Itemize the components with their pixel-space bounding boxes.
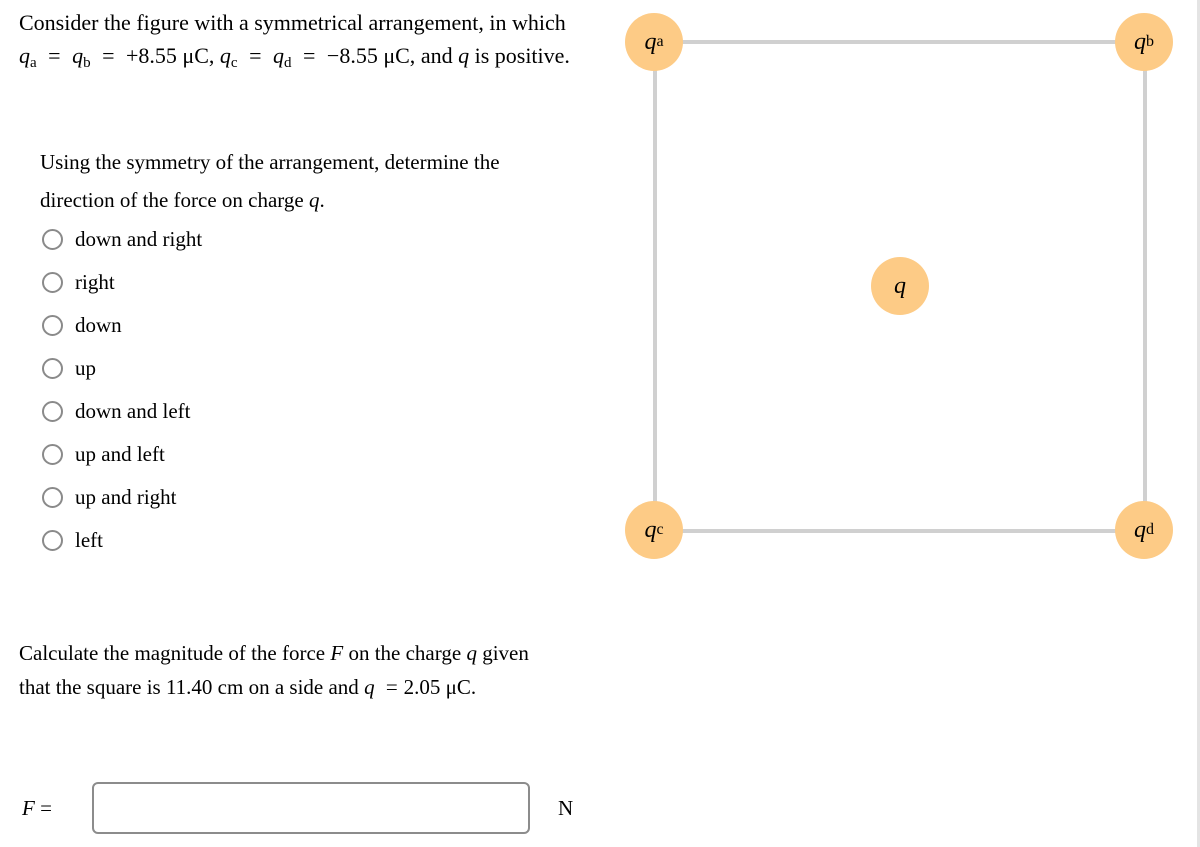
qc-symbol: q — [219, 43, 231, 68]
calc-line-1-prefix: Calculate the magnitude of the force — [19, 641, 326, 665]
charge-qd: qd — [1115, 501, 1173, 559]
qa-symbol: q — [19, 43, 30, 68]
F-symbol: F — [22, 796, 35, 820]
calc-line-2: that the square is 11.40 cm on a side an… — [19, 670, 529, 704]
calc-line-2-prefix: that the square is 11.40 cm on a side an… — [19, 675, 359, 699]
option-label: up and left — [75, 442, 165, 466]
equals-sign: = — [303, 43, 316, 68]
charge-qc: qc — [625, 501, 683, 559]
edge-left — [653, 42, 657, 532]
charge-qa: qa — [625, 13, 683, 71]
radio-button[interactable] — [42, 272, 63, 293]
option-label: right — [75, 270, 115, 294]
option-label: down and left — [75, 399, 191, 423]
option-left[interactable]: left — [42, 519, 202, 562]
radio-button[interactable] — [42, 229, 63, 250]
question-period: . — [319, 188, 325, 212]
charge-qb: qb — [1115, 13, 1173, 71]
intro-and: and — [420, 43, 453, 68]
question-line-2: direction of the force on charge q. — [40, 181, 500, 219]
F-symbol: F — [330, 641, 344, 665]
q-symbol: q — [309, 188, 320, 212]
edge-top — [655, 40, 1145, 44]
calc-line-1-suffix: given — [482, 641, 529, 665]
question-line-2-text: direction of the force on charge — [40, 188, 304, 212]
charge-subscript: b — [1146, 33, 1154, 50]
option-down[interactable]: down — [42, 304, 202, 347]
option-label: down — [75, 313, 122, 337]
qb-symbol: q — [72, 43, 84, 68]
radio-button[interactable] — [42, 401, 63, 422]
option-up-and-left[interactable]: up and left — [42, 433, 202, 476]
qd-subscript: d — [284, 55, 292, 71]
direction-question: Using the symmetry of the arrangement, d… — [40, 143, 500, 219]
positive-charge-value: +8.55 μC, — [126, 43, 215, 68]
edge-right — [1143, 42, 1147, 532]
q-symbol: q — [458, 43, 470, 68]
charge-symbol: q — [1134, 516, 1146, 543]
intro-tail: is positive. — [474, 43, 570, 68]
force-label: F = — [22, 796, 52, 821]
negative-charge-value: −8.55 μC, — [326, 43, 416, 68]
option-label: left — [75, 528, 103, 552]
qb-subscript: b — [83, 55, 91, 71]
charge-subscript: c — [656, 521, 664, 538]
option-label: up — [75, 356, 96, 380]
charge-subscript: a — [656, 33, 664, 50]
qa-subscript: a — [30, 55, 37, 71]
radio-button[interactable] — [42, 530, 63, 551]
charge-symbol: q — [1134, 28, 1146, 55]
radio-button[interactable] — [42, 358, 63, 379]
intro-line-1: Consider the figure with a symmetrical a… — [19, 10, 566, 35]
equals-sign: = — [102, 43, 115, 68]
qd-symbol: q — [273, 43, 284, 68]
qc-subscript: c — [230, 55, 238, 71]
calc-line-1: Calculate the magnitude of the force F o… — [19, 636, 529, 670]
radio-button[interactable] — [42, 315, 63, 336]
radio-button[interactable] — [42, 444, 63, 465]
equals-sign: = — [249, 43, 262, 68]
option-label: down and right — [75, 227, 203, 251]
option-down-and-right[interactable]: down and right — [42, 218, 202, 261]
edge-bottom — [655, 529, 1145, 533]
direction-options: down and right right down up down and le… — [42, 218, 202, 562]
option-right[interactable]: right — [42, 261, 202, 304]
option-label: up and right — [75, 485, 177, 509]
equals-sign: = — [385, 675, 398, 699]
charge-value: 2.05 μC. — [403, 675, 477, 699]
charge-q: q — [871, 257, 929, 315]
magnitude-question: Calculate the magnitude of the force F o… — [19, 636, 529, 704]
equals-sign: = — [40, 796, 52, 820]
question-line-1: Using the symmetry of the arrangement, d… — [40, 150, 500, 174]
calc-line-1-mid: on the charge — [348, 641, 462, 665]
option-down-and-left[interactable]: down and left — [42, 390, 202, 433]
q-symbol: q — [364, 675, 375, 699]
force-input[interactable] — [92, 782, 530, 834]
radio-button[interactable] — [42, 487, 63, 508]
charge-symbol: q — [644, 516, 657, 543]
charge-symbol: q — [894, 272, 906, 299]
q-symbol: q — [466, 641, 477, 665]
unit-label: N — [558, 796, 574, 820]
option-up-and-right[interactable]: up and right — [42, 476, 202, 519]
intro-line-2: qa = qb = +8.55 μC, qc = qd = −8.55 μC, … — [19, 39, 570, 80]
problem-intro: Consider the figure with a symmetrical a… — [19, 6, 570, 80]
charge-symbol: q — [644, 28, 657, 55]
option-up[interactable]: up — [42, 347, 202, 390]
answer-row: F = N — [22, 782, 582, 834]
equals-sign: = — [48, 43, 61, 68]
charge-subscript: d — [1146, 521, 1154, 538]
